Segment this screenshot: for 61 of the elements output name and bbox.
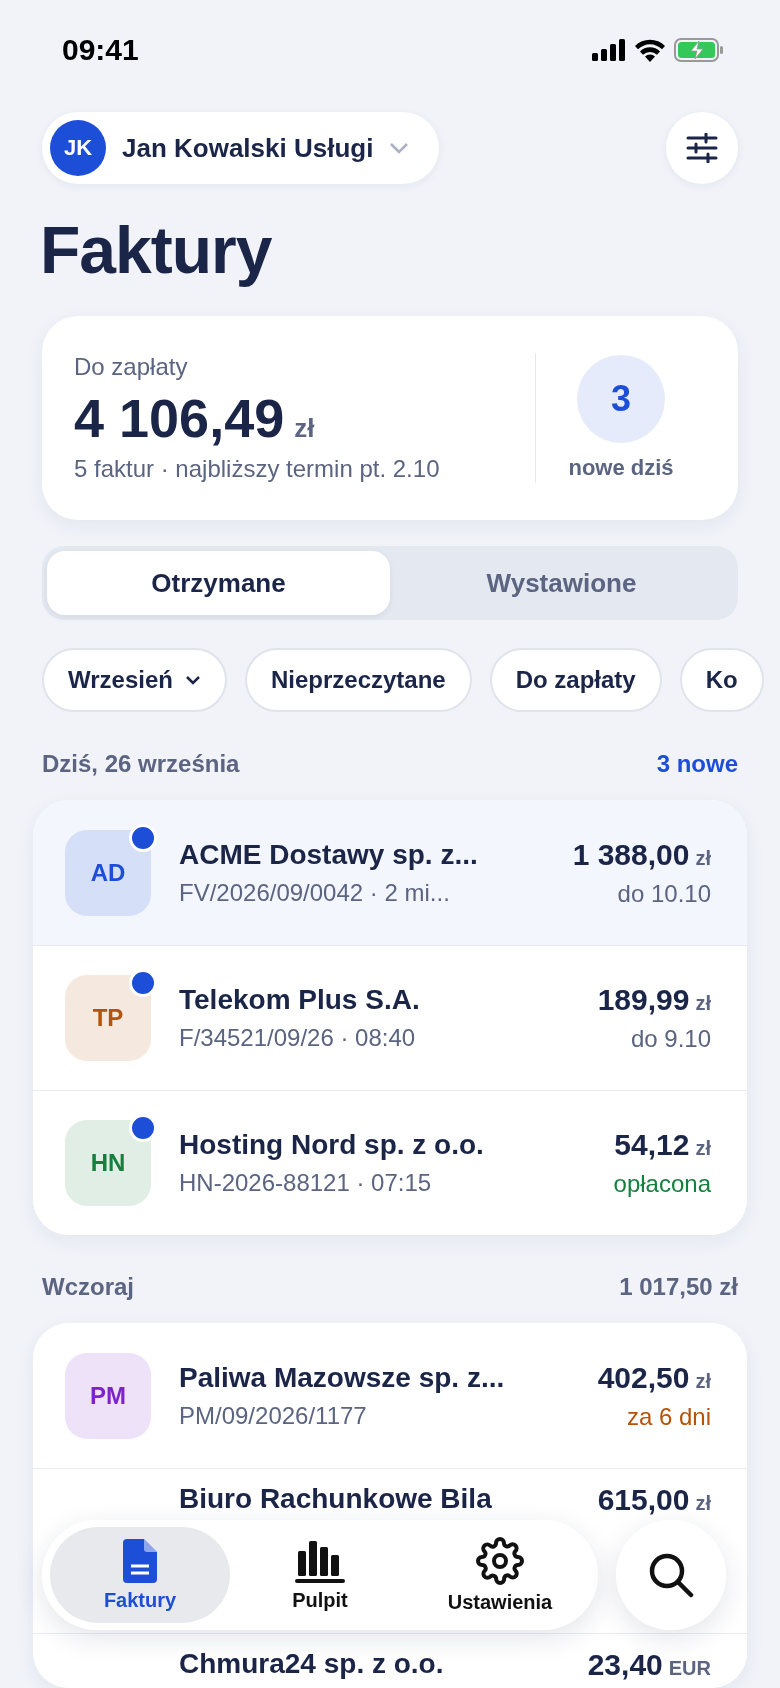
invoice-number: F/34521/09/26 · 08:40 — [179, 1024, 417, 1052]
wifi-icon — [634, 38, 666, 62]
invoice-vendor: Paliwa Mazowsze sp. z... — [179, 1361, 506, 1394]
invoice-status: za 6 dni — [626, 1402, 711, 1431]
invoice-status: do 10.10 — [617, 879, 711, 908]
filter-chip[interactable]: Nieprzeczytane — [244, 648, 472, 712]
invoice-number: FV/2026/09/0042 · 2 mi... — [179, 878, 451, 907]
invoice-row[interactable]: Biuro Rachunkowe Bila 615,00 zł — [33, 1468, 747, 1523]
bar-chart-icon — [295, 1538, 345, 1583]
invoice-vendor: Biuro Rachunkowe Bila — [179, 1483, 493, 1515]
new-count-badge: 3 — [577, 355, 665, 443]
invoice-vendor: Telekom Plus S.A. — [179, 984, 421, 1016]
tab-bar-item[interactable]: Pulpit — [230, 1527, 410, 1623]
filter-chip[interactable]: Do zapłaty — [489, 648, 662, 712]
section-title: Dziś, 26 września — [42, 750, 240, 778]
invoice-number: HN-2026-88121 · 07:15 — [179, 1169, 433, 1197]
search-icon — [648, 1552, 694, 1598]
month-dropdown[interactable]: Wrzesień — [42, 648, 227, 712]
settings-icon — [476, 1536, 524, 1585]
invoice-status: opłacona — [613, 1170, 711, 1198]
new-count-link[interactable]: 3 nowe — [656, 750, 738, 778]
account-switcher[interactable]: JK Jan Kowalski Usługi — [42, 112, 440, 184]
new-count-label: nowe dziś — [568, 455, 674, 481]
invoice-amount: 54,12 zł — [614, 1128, 711, 1162]
chevron-down-icon — [389, 142, 410, 154]
sliders-icon — [686, 133, 718, 163]
document-icon — [123, 1538, 157, 1583]
invoice-amount: 189,99 zł — [597, 983, 711, 1017]
account-name: Jan Kowalski Usługi — [122, 132, 374, 164]
invoice-row[interactable]: HN Hosting Nord sp. z o.o. HN-2026-88121 · 07:15 54,12 zł opłacona — [33, 1090, 747, 1235]
invoice-amount: 1 388,00 zł — [572, 837, 711, 872]
summary-label: Do zapłaty — [74, 353, 189, 381]
battery-charging-icon — [674, 38, 724, 62]
invoice-vendor: Hosting Nord sp. z o.o. — [179, 1129, 485, 1161]
account-avatar: JK — [50, 120, 106, 176]
invoice-row[interactable]: TP Telekom Plus S.A. F/34521/09/26 · 08:40 189,99 zł do 9.10 — [33, 945, 747, 1090]
invoice-avatar: PM — [65, 1352, 151, 1439]
segment-tab[interactable]: Otrzymane — [47, 551, 390, 615]
summary-amount: 4 106,49 — [74, 387, 285, 449]
invoice-row[interactable]: Chmura24 sp. z o.o. 23,40 EUR — [33, 1633, 747, 1688]
segment-tab[interactable]: Wystawione — [390, 551, 733, 615]
page-title: Faktury — [40, 214, 273, 286]
invoice-amount: 402,50 zł — [597, 1360, 711, 1395]
summary-currency: zł — [294, 413, 315, 444]
invoice-number: PM/09/2026/1177 — [179, 1401, 368, 1430]
summary-details: 5 faktur · najbliższy termin pt. 2.10 — [74, 455, 441, 483]
invoice-vendor: ACME Dostawy sp. z... — [179, 838, 479, 871]
invoice-row[interactable]: AD ACME Dostawy sp. z... FV/2026/09/0042 · 2 mi... 1 388,00 zł do 10.10 — [33, 800, 747, 945]
tab-bar-item[interactable]: Ustawienia — [410, 1527, 590, 1623]
invoice-amount: 23,40 EUR — [587, 1648, 711, 1682]
signal-icon — [592, 39, 626, 61]
status-time: 09:41 — [62, 33, 139, 67]
invoice-amount: 615,00 zł — [597, 1483, 711, 1517]
section-total: 1 017,50 zł — [619, 1273, 738, 1301]
chevron-down-icon — [184, 675, 201, 685]
invoice-row[interactable]: PM Paliwa Mazowsze sp. z... PM/09/2026/1177 402,50 zł za 6 dni — [33, 1323, 747, 1468]
tab-bar-item[interactable]: Faktury — [50, 1527, 230, 1623]
invoice-vendor: Chmura24 sp. z o.o. — [179, 1648, 445, 1680]
section-title: Wczoraj — [42, 1273, 134, 1301]
filter-chip[interactable]: Ko — [679, 648, 764, 712]
invoice-status: do 9.10 — [630, 1025, 711, 1053]
